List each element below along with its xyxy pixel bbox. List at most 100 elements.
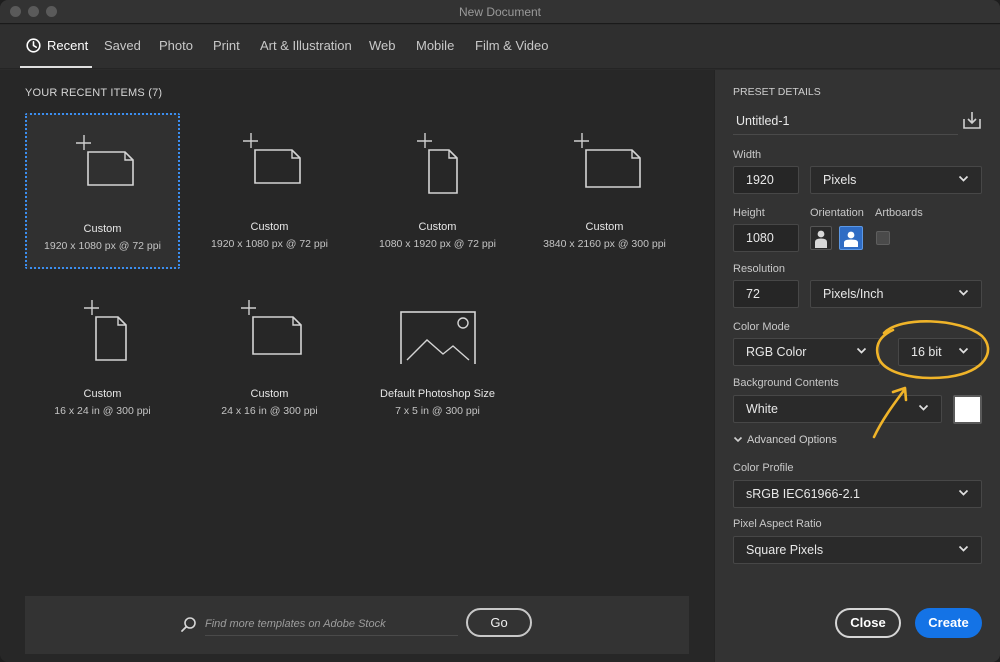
recent-item[interactable]: Custom 16 x 24 in @ 300 ppi (25, 280, 180, 436)
item-name: Custom (418, 221, 457, 233)
width-input[interactable]: 1920 (733, 166, 799, 194)
recent-items-panel: YOUR RECENT ITEMS (7) Custom 1920 x 1080… (0, 70, 714, 662)
chevron-down-icon (958, 347, 969, 354)
select-value: Pixels/Inch (823, 287, 884, 301)
item-size: 1920 x 1080 px @ 72 ppi (44, 240, 161, 252)
resolution-unit-select[interactable]: Pixels/Inch (810, 280, 982, 308)
recent-items-heading: YOUR RECENT ITEMS (7) (25, 87, 162, 99)
artboards-checkbox[interactable] (876, 231, 890, 245)
color-mode-label: Color Mode (733, 321, 790, 333)
artboards-label: Artboards (875, 207, 923, 219)
select-value: Pixels (823, 173, 857, 187)
recent-item[interactable]: Custom 1920 x 1080 px @ 72 ppi (192, 113, 347, 269)
item-size: 7 x 5 in @ 300 ppi (395, 405, 480, 417)
select-value: RGB Color (746, 345, 807, 359)
chevron-down-icon (958, 545, 969, 552)
active-tab-indicator (20, 66, 92, 68)
tab-art-illustration[interactable]: Art & Illustration (260, 38, 352, 53)
select-value: sRGB IEC61966-2.1 (746, 487, 860, 501)
landscape-document-icon (242, 133, 301, 184)
item-size: 1080 x 1920 px @ 72 ppi (379, 238, 496, 250)
tab-saved[interactable]: Saved (104, 38, 141, 53)
clock-icon (26, 38, 41, 53)
document-name-field[interactable]: Untitled-1 (733, 107, 958, 135)
width-label: Width (733, 149, 762, 161)
advanced-options-toggle[interactable]: Advanced Options (733, 434, 837, 446)
recent-item[interactable]: Custom 24 x 16 in @ 300 ppi (192, 280, 347, 436)
pixel-aspect-ratio-label: Pixel Aspect Ratio (733, 518, 822, 530)
tab-recent[interactable]: Recent (26, 38, 88, 53)
window-title: New Document (458, 5, 542, 19)
template-search-input[interactable] (205, 612, 458, 636)
tab-label: Web (369, 38, 396, 53)
select-value: 16 bit (911, 345, 942, 359)
landscape-document-icon (573, 133, 641, 188)
category-tabs: Recent Saved Photo Print Art & Illustrat… (0, 25, 1000, 69)
portrait-orientation-button[interactable] (810, 226, 832, 250)
color-profile-label: Color Profile (733, 462, 794, 474)
preset-details-panel: PRESET DETAILS Untitled-1 Width 1920 Pix… (714, 70, 1000, 662)
item-size: 1920 x 1080 px @ 72 ppi (211, 238, 328, 250)
item-size: 16 x 24 in @ 300 ppi (54, 405, 151, 417)
tab-label: Art & Illustration (260, 38, 352, 53)
item-name: Custom (83, 388, 122, 400)
item-name: Custom (585, 221, 624, 233)
color-mode-select[interactable]: RGB Color (733, 338, 880, 366)
background-color-swatch[interactable] (953, 395, 982, 424)
go-button[interactable]: Go (466, 608, 532, 637)
recent-heading-label: YOUR RECENT ITEMS (25, 87, 145, 99)
select-value: Square Pixels (746, 543, 824, 557)
height-input[interactable]: 1080 (733, 224, 799, 252)
item-name: Custom (83, 223, 122, 235)
tab-label: Saved (104, 38, 141, 53)
width-unit-select[interactable]: Pixels (810, 166, 982, 194)
recent-item[interactable]: Custom 1080 x 1920 px @ 72 ppi (360, 113, 515, 269)
tab-label: Print (213, 38, 240, 53)
landscape-document-icon (240, 300, 302, 355)
height-label: Height (733, 207, 765, 219)
recent-item[interactable]: Default Photoshop Size 7 x 5 in @ 300 pp… (360, 280, 515, 436)
color-profile-select[interactable]: sRGB IEC61966-2.1 (733, 480, 982, 508)
tab-print[interactable]: Print (213, 38, 240, 53)
item-name: Default Photoshop Size (380, 388, 495, 400)
tab-label: Film & Video (475, 38, 549, 53)
preset-details-heading: PRESET DETAILS (733, 86, 821, 98)
title-bar: New Document (0, 0, 1000, 24)
tab-film-video[interactable]: Film & Video (475, 38, 548, 53)
landscape-document-icon (75, 135, 134, 186)
tab-label: Mobile (416, 38, 455, 53)
resolution-input[interactable]: 72 (733, 280, 799, 308)
new-document-dialog: New Document Recent Saved Photo Print Ar… (0, 0, 1000, 662)
recent-item[interactable]: Custom 1920 x 1080 px @ 72 ppi (25, 113, 180, 269)
item-name: Custom (250, 388, 289, 400)
landscape-orientation-button[interactable] (839, 226, 863, 250)
portrait-document-icon (83, 300, 127, 361)
recent-count: (7) (148, 87, 163, 99)
tab-photo[interactable]: Photo (159, 38, 193, 53)
item-size: 3840 x 2160 px @ 300 ppi (543, 238, 666, 250)
adobe-stock-search-bar: Go (25, 596, 689, 654)
landscape-person-icon (844, 231, 858, 247)
background-contents-select[interactable]: White (733, 395, 942, 423)
background-contents-label: Background Contents (733, 377, 839, 389)
portrait-person-icon (815, 230, 827, 248)
tab-web[interactable]: Web (369, 38, 396, 53)
chevron-down-icon (918, 404, 929, 411)
portrait-document-icon (416, 133, 458, 194)
create-button[interactable]: Create (915, 608, 982, 638)
tab-label: Recent (47, 38, 89, 53)
pixel-aspect-ratio-select[interactable]: Square Pixels (733, 536, 982, 564)
resolution-label: Resolution (733, 263, 785, 275)
select-value: White (746, 402, 778, 416)
advanced-options-label: Advanced Options (747, 434, 837, 446)
recent-item[interactable]: Custom 3840 x 2160 px @ 300 ppi (527, 113, 682, 269)
bit-depth-select[interactable]: 16 bit (898, 338, 982, 366)
image-placeholder-icon (399, 311, 476, 364)
item-size: 24 x 16 in @ 300 ppi (221, 405, 318, 417)
save-preset-icon[interactable] (962, 110, 982, 130)
chevron-down-icon (958, 175, 969, 182)
tab-mobile[interactable]: Mobile (416, 38, 454, 53)
item-name: Custom (250, 221, 289, 233)
chevron-down-icon (856, 347, 867, 354)
close-button[interactable]: Close (835, 608, 901, 638)
